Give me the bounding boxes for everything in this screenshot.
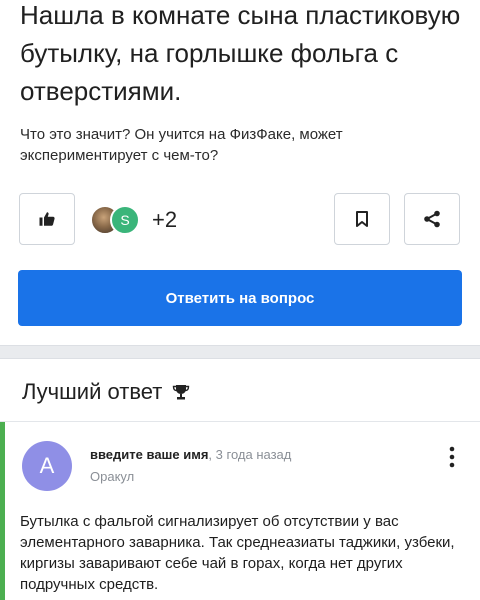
author-avatar[interactable]: A — [22, 441, 72, 491]
like-button[interactable] — [19, 193, 75, 245]
reactions-group[interactable]: S +2 — [90, 203, 177, 237]
question-card: Нашла в комнате сына пластиковую бутылку… — [0, 0, 480, 346]
best-answer-title: Лучший ответ — [22, 379, 163, 404]
answer-question-button[interactable]: Ответить на вопрос — [18, 270, 462, 326]
share-icon — [424, 210, 440, 228]
best-answer-card: Лучший ответ A введите ваше имя, 3 года … — [0, 358, 480, 600]
bookmark-button[interactable] — [334, 193, 390, 245]
share-button[interactable] — [404, 193, 460, 245]
author-rank: Оракул — [90, 469, 135, 484]
best-answer-accent-bar — [0, 422, 5, 600]
answer-text: Бутылка с фальгой сигнализирует об отсут… — [20, 513, 455, 593]
question-body: Что это значит? Он учится на ФизФаке, мо… — [20, 126, 343, 164]
more-vertical-icon[interactable] — [446, 445, 458, 469]
best-answer-header: Лучший ответ — [22, 379, 190, 405]
question-title: Нашла в комнате сына пластиковую бутылку… — [20, 0, 461, 106]
bookmark-icon — [356, 211, 368, 227]
reaction-avatar-letter: S — [110, 205, 140, 235]
divider — [0, 421, 480, 422]
thumbs-up-icon — [39, 212, 55, 226]
reaction-count: +2 — [152, 207, 178, 232]
author-name[interactable]: введите ваше имя — [90, 447, 208, 462]
trophy-icon — [173, 385, 190, 400]
author-line: введите ваше имя, 3 года назад — [90, 447, 291, 462]
answer-timestamp: , 3 года назад — [208, 447, 292, 462]
